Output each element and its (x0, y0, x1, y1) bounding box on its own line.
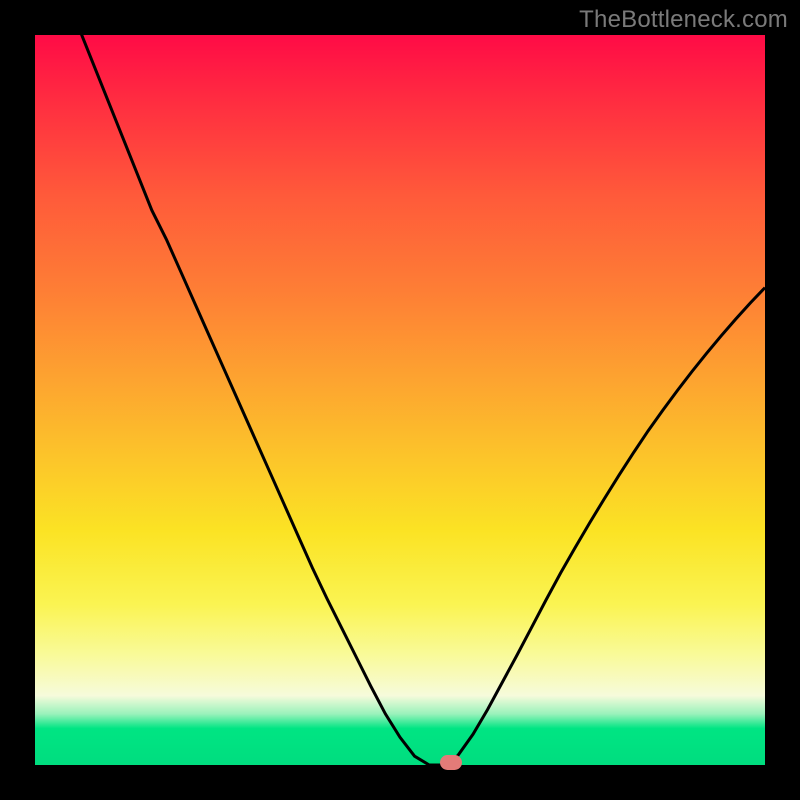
optimum-marker (440, 755, 462, 770)
curve-path (35, 0, 765, 765)
bottleneck-curve (35, 35, 765, 765)
attribution-text: TheBottleneck.com (579, 6, 788, 34)
chart-frame: TheBottleneck.com (0, 0, 800, 800)
